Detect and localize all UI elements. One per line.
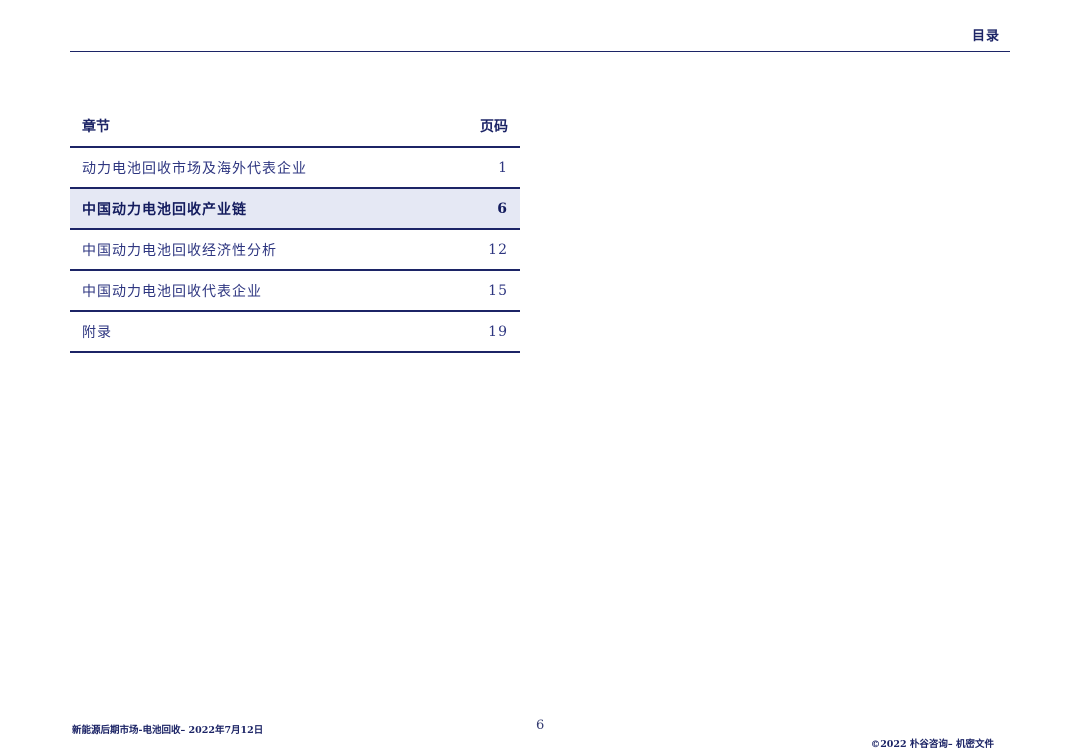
toc-row-title: 附录 (82, 324, 112, 341)
toc-row[interactable]: 动力电池回收市场及海外代表企业 1 (70, 148, 520, 189)
page-number: 6 (536, 718, 545, 733)
toc-row[interactable]: 附录 19 (70, 312, 520, 353)
toc-row[interactable]: 中国动力电池回收代表企业 15 (70, 271, 520, 312)
toc-row-title: 中国动力电池回收产业链 (82, 201, 247, 218)
toc-row-page: 19 (488, 323, 508, 340)
header-divider (70, 51, 1010, 52)
footer-copyright: ©2022 朴谷咨询– 机密文件 (870, 739, 994, 748)
toc-row-title: 中国动力电池回收代表企业 (82, 283, 262, 300)
toc-row-title: 动力电池回收市场及海外代表企业 (82, 160, 307, 177)
toc-row-title: 中国动力电池回收经济性分析 (82, 242, 277, 259)
toc-row-page: 15 (488, 282, 508, 299)
toc-row-current[interactable]: 中国动力电池回收产业链 6 (70, 189, 520, 230)
table-of-contents: 章节 页码 动力电池回收市场及海外代表企业 1 中国动力电池回收产业链 6 中国… (70, 106, 520, 353)
section-label: 目录 (971, 29, 1000, 44)
footer-report-title: 新能源后期市场-电池回收– 2022年7月12日 (72, 725, 264, 736)
toc-header-chapter: 章节 (82, 119, 110, 135)
toc-row[interactable]: 中国动力电池回收经济性分析 12 (70, 230, 520, 271)
toc-header-row: 章节 页码 (70, 106, 520, 148)
toc-row-page: 1 (498, 159, 508, 176)
toc-header-page: 页码 (480, 119, 508, 135)
toc-row-page: 6 (497, 200, 508, 217)
toc-row-page: 12 (488, 241, 508, 258)
